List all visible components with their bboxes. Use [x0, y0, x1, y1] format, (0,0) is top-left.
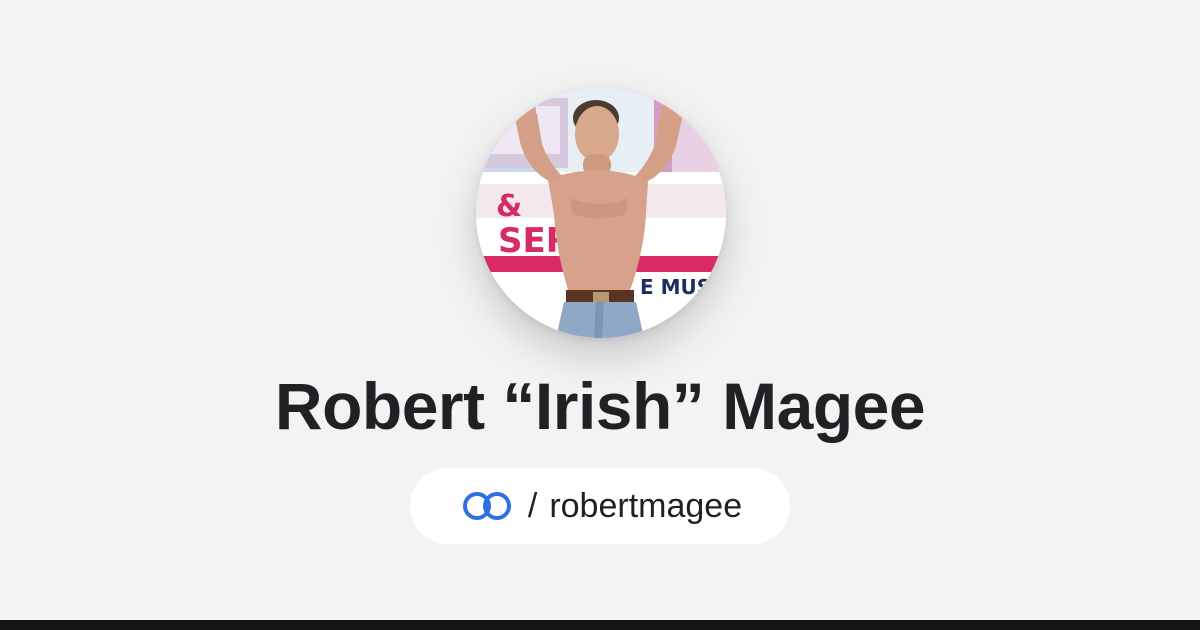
- handle-separator: /: [527, 486, 538, 525]
- avatar[interactable]: & SERIES E MUS: [476, 88, 726, 338]
- footer-bar: [0, 620, 1200, 630]
- avatar-photo: & SERIES E MUS: [476, 88, 726, 338]
- profile-handle: robertmagee: [549, 486, 743, 525]
- profile-name: Robert “Irish” Magee: [274, 369, 926, 443]
- profile-handle-pill[interactable]: / robertmagee: [410, 468, 790, 544]
- banner-text-top: &: [496, 189, 522, 224]
- profile-card: & SERIES E MUS: [0, 0, 1200, 620]
- linked-rings-icon: [462, 492, 511, 520]
- banner-text-bottom: E MUS: [640, 275, 711, 299]
